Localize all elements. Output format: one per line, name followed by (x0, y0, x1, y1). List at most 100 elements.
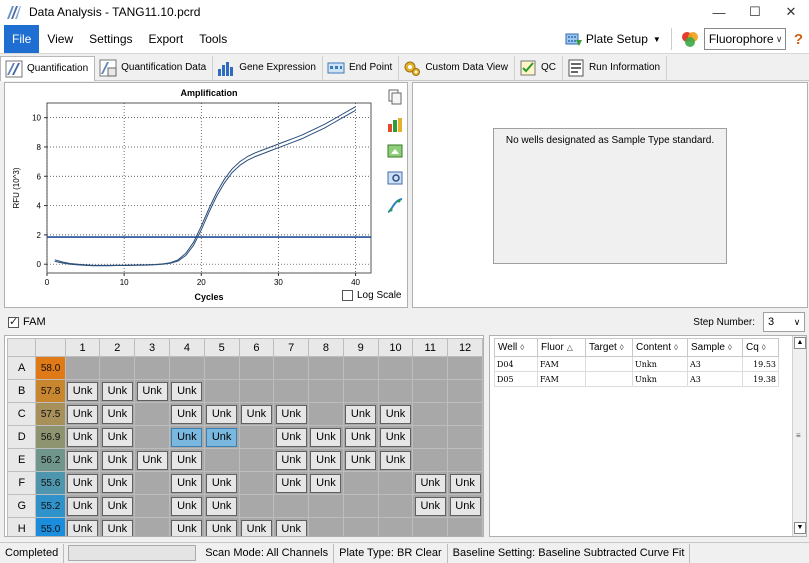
plate-row-header[interactable]: A (6, 356, 37, 380)
plate-row-header[interactable]: G (6, 494, 37, 518)
tab-quantification[interactable]: Quantification (0, 55, 96, 81)
fam-filter[interactable]: FAM (8, 315, 46, 328)
plate-well[interactable]: Unk (273, 471, 310, 495)
plate-well-empty[interactable] (134, 356, 170, 380)
plate-well[interactable]: Unk (203, 494, 240, 518)
table-scrollbar[interactable]: ▲ ≡ ▼ (792, 336, 806, 536)
tab-run-information[interactable]: Run Information (563, 55, 668, 80)
plate-well-empty[interactable] (377, 379, 414, 403)
table-row[interactable]: D05 FAM Unkn A3 19.38 (494, 371, 779, 387)
log-scale-checkbox[interactable] (342, 290, 353, 301)
plate-well-empty[interactable] (412, 356, 449, 380)
minimize-button[interactable]: — (701, 0, 737, 24)
fluorophore-select[interactable]: Fluorophore ∨ (703, 28, 786, 50)
sort-icon[interactable]: ◊ (728, 343, 732, 352)
table-column-header[interactable]: Cq ◊ (742, 338, 779, 357)
plate-well[interactable]: Unk (64, 494, 101, 518)
plate-row-header[interactable]: B (6, 379, 37, 403)
plate-well[interactable]: Unk (64, 471, 101, 495)
plate-well[interactable]: Unk (99, 517, 136, 536)
help-icon[interactable]: ? (794, 31, 803, 48)
plate-well-empty[interactable] (134, 402, 170, 426)
log-scale-toggle[interactable]: Log Scale (342, 290, 401, 301)
plate-well-empty[interactable] (273, 356, 310, 380)
plate-well[interactable]: Unk (99, 425, 136, 449)
plate-row-header[interactable]: C (6, 402, 37, 426)
plate-column-header[interactable]: 6 (238, 338, 275, 357)
table-column-header[interactable]: Fluor △ (537, 338, 586, 357)
plate-well[interactable]: Unk (342, 425, 379, 449)
plate-well-empty[interactable] (412, 448, 449, 472)
plate-well[interactable]: Unk (342, 402, 379, 426)
plate-well-empty[interactable] (447, 517, 483, 536)
table-column-header[interactable]: Content ◊ (632, 338, 688, 357)
plate-well[interactable]: Unk (203, 517, 240, 536)
plate-well[interactable]: Unk (447, 471, 483, 495)
plate-well[interactable]: Unk (447, 494, 483, 518)
plate-well[interactable]: Unk (377, 425, 414, 449)
plate-well-empty[interactable] (134, 494, 170, 518)
zoom-image-icon[interactable] (387, 170, 403, 186)
sort-icon[interactable]: ◊ (674, 343, 678, 352)
plate-well[interactable]: Unk (169, 425, 205, 449)
plate-well[interactable]: Unk (377, 402, 414, 426)
tab-qc[interactable]: QC (515, 55, 563, 80)
plate-well-empty[interactable] (134, 425, 170, 449)
plate-well[interactable]: Unk (99, 402, 136, 426)
table-column-header[interactable]: Well ◊ (494, 338, 538, 357)
table-column-header[interactable]: Target ◊ (585, 338, 633, 357)
plate-well-empty[interactable] (134, 517, 170, 536)
plate-well[interactable]: Unk (238, 517, 275, 536)
plate-well[interactable]: Unk (64, 402, 101, 426)
plate-column-header[interactable]: 10 (377, 338, 414, 357)
plate-well[interactable]: Unk (273, 402, 310, 426)
plate-well-empty[interactable] (447, 402, 483, 426)
sort-icon[interactable]: ◊ (762, 343, 766, 352)
plate-well[interactable]: Unk (169, 517, 205, 536)
plate-well-empty[interactable] (447, 356, 483, 380)
plate-setup-button[interactable]: Plate Setup ▼ (565, 30, 661, 48)
plate-well[interactable]: Unk (64, 425, 101, 449)
close-button[interactable]: ✕ (773, 0, 809, 24)
plate-well[interactable]: Unk (169, 379, 205, 403)
fam-checkbox[interactable] (8, 315, 19, 328)
plate-column-header[interactable]: 8 (308, 338, 344, 357)
plate-well-empty[interactable] (273, 379, 310, 403)
plate-well-empty[interactable] (203, 379, 240, 403)
plate-well[interactable]: Unk (377, 448, 414, 472)
table-column-header[interactable]: Sample ◊ (687, 338, 743, 357)
plate-well[interactable]: Unk (169, 471, 205, 495)
plate-well-empty[interactable] (342, 471, 379, 495)
plate-well-empty[interactable] (203, 448, 240, 472)
plate-well[interactable]: Unk (64, 448, 101, 472)
plate-column-header[interactable]: 7 (273, 338, 310, 357)
curve-settings-icon[interactable] (387, 197, 403, 213)
plate-well[interactable]: Unk (203, 402, 240, 426)
scroll-up-icon[interactable]: ▲ (794, 337, 806, 349)
plate-well-empty[interactable] (377, 471, 414, 495)
plate-column-header[interactable]: 12 (447, 338, 483, 357)
plate-well-empty[interactable] (308, 494, 344, 518)
plate-well-empty[interactable] (238, 425, 275, 449)
plate-well-empty[interactable] (238, 379, 275, 403)
plate-well[interactable]: Unk (169, 448, 205, 472)
plate-well-empty[interactable] (447, 379, 483, 403)
plate-column-header[interactable]: 5 (203, 338, 240, 357)
plate-well-empty[interactable] (308, 379, 344, 403)
plate-well-empty[interactable] (238, 356, 275, 380)
plate-well-empty[interactable] (412, 402, 449, 426)
plate-column-header[interactable]: 1 (64, 338, 101, 357)
step-number-select[interactable]: 3 ∨ (763, 312, 805, 332)
plate-well[interactable]: Unk (99, 494, 136, 518)
menu-settings[interactable]: Settings (81, 25, 140, 53)
plate-column-header[interactable]: 4 (169, 338, 205, 357)
plate-column-header[interactable]: 9 (342, 338, 379, 357)
plate-well-empty[interactable] (238, 471, 275, 495)
plate-well-empty[interactable] (342, 494, 379, 518)
export-image-icon[interactable] (387, 143, 403, 159)
chart-type-icon[interactable] (387, 116, 403, 132)
plate-well-empty[interactable] (377, 517, 414, 536)
plate-well-empty[interactable] (377, 356, 414, 380)
plate-well-empty[interactable] (308, 517, 344, 536)
plate-well[interactable]: Unk (99, 448, 136, 472)
